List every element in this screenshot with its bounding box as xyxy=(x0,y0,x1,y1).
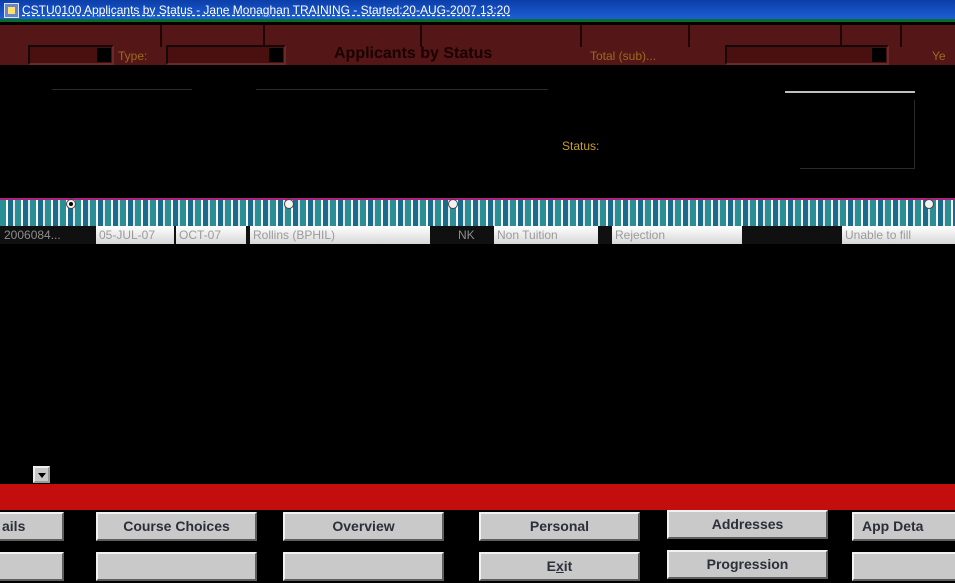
type-label: Type: xyxy=(118,49,148,63)
panel-border xyxy=(800,168,915,169)
column-header-strip xyxy=(0,198,955,226)
header-divider xyxy=(580,25,582,47)
type-select[interactable] xyxy=(166,45,286,65)
page-title: Applicants by Status xyxy=(334,45,493,62)
total-select[interactable] xyxy=(725,45,889,65)
header-strip: Type: Applicants by Status Total (sub)..… xyxy=(0,25,955,65)
panel-border xyxy=(52,89,192,90)
header-divider xyxy=(420,25,422,47)
blank-button[interactable] xyxy=(852,552,955,581)
date-received-cell[interactable]: 05-JUL-07 xyxy=(96,226,174,244)
addresses-button[interactable]: Addresses xyxy=(667,510,828,539)
header-divider xyxy=(840,25,842,47)
blank-button[interactable] xyxy=(96,552,257,581)
entry-date-cell[interactable]: OCT-07 xyxy=(176,226,246,244)
reason-cell[interactable]: Unable to fill xyxy=(842,226,955,244)
radio-button[interactable] xyxy=(66,199,76,209)
total-label: Total (sub)... xyxy=(590,49,657,63)
window-title-bar: CSTU0100 Applicants by Status - Jane Mon… xyxy=(0,0,955,22)
progression-button[interactable]: Progression xyxy=(667,550,828,579)
personal-button[interactable]: Personal xyxy=(479,512,640,541)
blank-button[interactable] xyxy=(283,552,444,581)
course-choices-button[interactable]: Course Choices xyxy=(96,512,257,541)
route-cell[interactable]: Non Tuition xyxy=(494,226,598,244)
header-divider xyxy=(688,25,690,47)
header-divider xyxy=(160,25,162,47)
name-cell[interactable]: Rollins (BPHIL) xyxy=(250,226,430,244)
chevron-down-icon[interactable] xyxy=(269,48,283,62)
exit-button[interactable]: Exit xyxy=(479,552,640,581)
header-divider xyxy=(263,25,265,47)
radio-button[interactable] xyxy=(284,199,294,209)
blank-button[interactable] xyxy=(0,552,64,581)
status-band xyxy=(0,484,955,510)
radio-button[interactable] xyxy=(924,199,934,209)
chevron-down-icon[interactable] xyxy=(872,48,886,62)
overview-button[interactable]: Overview xyxy=(283,512,444,541)
details-button[interactable]: ails xyxy=(0,512,64,541)
app-icon xyxy=(4,3,19,18)
applicant-id-cell[interactable]: 2006084... xyxy=(4,228,90,242)
results-grid xyxy=(0,244,955,484)
panel-border xyxy=(914,100,915,168)
app-details-button[interactable]: App Deta xyxy=(852,512,955,541)
decision-cell[interactable]: Rejection xyxy=(612,226,742,244)
scroll-down-icon[interactable] xyxy=(33,466,50,483)
status-label: Status: xyxy=(562,139,600,153)
nationality-cell[interactable]: NK xyxy=(458,228,492,242)
window-title: CSTU0100 Applicants by Status - Jane Mon… xyxy=(22,3,511,17)
table-row[interactable]: 2006084... 05-JUL-07 OCT-07 Rollins (BPH… xyxy=(0,226,955,244)
year-label: Ye xyxy=(932,49,946,63)
radio-button[interactable] xyxy=(448,199,458,209)
header-divider xyxy=(900,25,902,47)
panel-border xyxy=(785,91,915,93)
chevron-down-icon[interactable] xyxy=(97,48,111,62)
panel-border xyxy=(256,89,548,90)
session-select[interactable] xyxy=(28,45,114,65)
